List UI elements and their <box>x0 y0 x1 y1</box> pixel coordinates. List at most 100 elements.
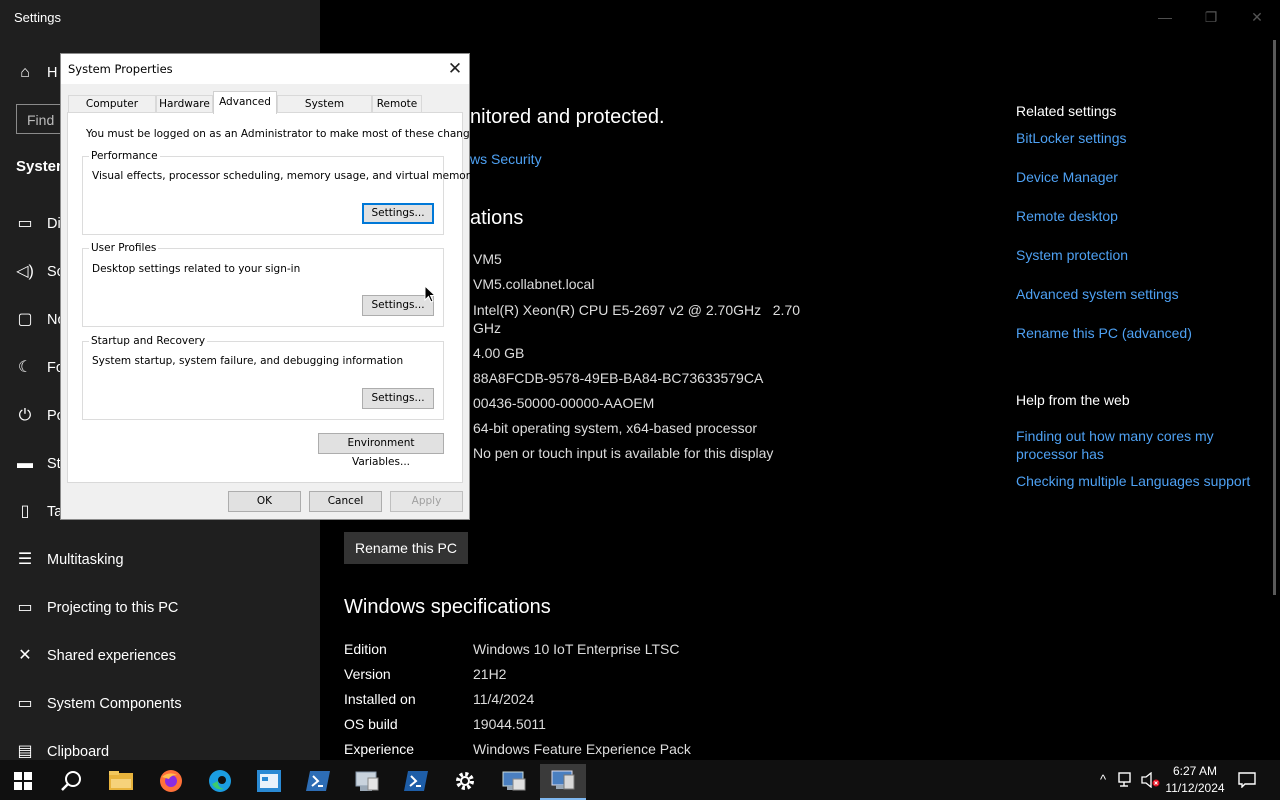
tab-computer-name[interactable]: Computer Name <box>68 95 156 126</box>
sound-icon: ◁) <box>16 263 34 280</box>
cancel-button[interactable]: Cancel <box>309 491 382 512</box>
dialog-close-button[interactable]: ✕ <box>443 57 467 81</box>
system-type-value: 64-bit operating system, x64-based proce… <box>473 420 758 436</box>
edition-label: Edition <box>344 641 387 657</box>
apply-button[interactable]: Apply <box>390 491 463 512</box>
shared-experiences-icon: ✕ <box>18 647 32 664</box>
tab-hardware[interactable]: Hardware <box>156 95 213 113</box>
product-id-value: 00436-50000-00000-AAOEM <box>473 395 655 411</box>
performance-title: Performance <box>89 150 160 162</box>
languages-help-link[interactable]: Checking multiple Languages support <box>1016 473 1250 489</box>
network-icon[interactable] <box>1116 760 1138 800</box>
edition-value: Windows 10 IoT Enterprise LTSC <box>473 641 680 657</box>
app-icon[interactable] <box>246 764 292 800</box>
startup-recovery-settings-button[interactable]: Settings... <box>362 388 434 409</box>
full-device-name-value: VM5.collabnet.local <box>473 276 595 292</box>
sidebar-item-projecting[interactable]: ▭ Projecting to this PC <box>0 588 320 628</box>
rename-pc-button[interactable]: Rename this PC <box>344 532 468 564</box>
system-components-icon: ▭ <box>17 695 33 712</box>
device-name-value: VM5 <box>473 251 502 267</box>
display-icon: ▭ <box>17 215 33 232</box>
powershell-icon[interactable] <box>295 764 341 800</box>
rename-pc-advanced-link[interactable]: Rename this PC (advanced) <box>1016 325 1192 341</box>
restore-button[interactable]: ❐ <box>1188 4 1234 30</box>
dialog-title-bar: System Properties ✕ <box>61 54 469 84</box>
admin-note: You must be logged on as an Administrato… <box>86 128 485 140</box>
window-title-bar: Settings — ❐ ✕ <box>0 0 1280 34</box>
version-value: 21H2 <box>473 666 507 682</box>
tablet-icon: ▯ <box>20 503 30 520</box>
system-properties-dialog: System Properties ✕ Computer Name Hardwa… <box>60 53 485 520</box>
processor-value: Intel(R) Xeon(R) CPU E5-2697 v2 @ 2.70GH… <box>473 302 801 318</box>
os-build-label: OS build <box>344 716 398 732</box>
installed-on-value: 11/4/2024 <box>473 691 535 707</box>
os-build-value: 19044.5011 <box>473 716 546 732</box>
windows-specs-heading: Windows specifications <box>344 596 551 618</box>
ok-button[interactable]: OK <box>228 491 301 512</box>
notifications-icon: ▢ <box>17 311 33 328</box>
device-specs-heading: ations <box>470 207 524 229</box>
tab-system-protection[interactable]: System Protection <box>277 95 372 126</box>
powershell-ise-icon[interactable] <box>393 764 439 800</box>
find-placeholder: Find <box>27 112 55 128</box>
show-hidden-icons-icon[interactable]: ^ <box>1093 760 1113 800</box>
tab-remote[interactable]: Remote <box>372 95 422 113</box>
system-properties-icon[interactable] <box>540 764 586 800</box>
clipboard-icon: ▤ <box>17 743 33 760</box>
windows-security-link[interactable]: ws Security <box>470 151 542 167</box>
close-button[interactable]: ✕ <box>1234 4 1280 30</box>
nav-home-label: H <box>47 65 58 81</box>
dialog-title: System Properties <box>68 62 173 76</box>
file-explorer-icon[interactable] <box>98 764 144 800</box>
sidebar-item-system-components[interactable]: ▭ System Components <box>0 684 320 724</box>
performance-description: Visual effects, processor scheduling, me… <box>92 170 477 182</box>
window-title: Settings <box>14 10 61 25</box>
volume-muted-icon[interactable] <box>1140 760 1162 800</box>
minimize-button[interactable]: — <box>1142 4 1188 30</box>
firefox-icon[interactable] <box>148 764 194 800</box>
performance-settings-button[interactable]: Settings... <box>362 203 434 224</box>
start-icon[interactable] <box>0 764 46 800</box>
cores-help-link-cont[interactable]: processor has <box>1016 446 1104 462</box>
processor-value-cont: GHz <box>473 320 501 336</box>
user-profiles-title: User Profiles <box>89 242 159 254</box>
advanced-system-settings-link[interactable]: Advanced system settings <box>1016 286 1179 302</box>
multitasking-icon: ☰ <box>17 551 33 568</box>
settings-icon[interactable] <box>442 764 488 800</box>
user-profiles-description: Desktop settings related to your sign-in <box>92 263 301 275</box>
advanced-tab-panel: You must be logged on as an Administrato… <box>67 112 485 483</box>
startup-recovery-title: Startup and Recovery <box>89 335 208 347</box>
clock-date: 11/12/2024 <box>1165 781 1225 795</box>
edge-icon[interactable] <box>197 764 243 800</box>
taskbar-clock[interactable]: 6:27 AM 11/12/2024 <box>1160 763 1230 797</box>
sidebar-item-label: Projecting to this PC <box>47 600 179 616</box>
environment-variables-button[interactable]: Environment Variables... <box>318 433 444 468</box>
system-protection-link[interactable]: System protection <box>1016 247 1128 263</box>
pen-touch-value: No pen or touch input is available for t… <box>473 445 774 461</box>
cores-help-link[interactable]: Finding out how many cores my <box>1016 428 1214 444</box>
installed-on-label: Installed on <box>344 691 416 707</box>
version-label: Version <box>344 666 391 682</box>
search-icon[interactable] <box>49 764 95 800</box>
sidebar-item-label: Shared experiences <box>47 648 176 664</box>
sidebar-item-multitasking[interactable]: ☰ Multitasking <box>0 540 320 580</box>
experience-label: Experience <box>344 741 415 757</box>
remote-desktop-link[interactable]: Remote desktop <box>1016 208 1118 224</box>
remote-desktop-icon[interactable] <box>491 764 537 800</box>
related-settings-heading: Related settings <box>1016 103 1117 119</box>
tab-advanced[interactable]: Advanced <box>213 91 277 114</box>
device-manager-link[interactable]: Device Manager <box>1016 169 1118 185</box>
bitlocker-settings-link[interactable]: BitLocker settings <box>1016 130 1127 146</box>
taskbar: ^ 6:27 AM 11/12/2024 <box>0 760 1280 800</box>
sidebar-item-label: Di <box>47 216 61 232</box>
main-scrollbar[interactable] <box>1273 40 1276 595</box>
sidebar-item-label: Clipboard <box>47 744 110 760</box>
startup-recovery-description: System startup, system failure, and debu… <box>92 355 404 367</box>
server-manager-icon[interactable] <box>344 764 390 800</box>
mouse-cursor-icon <box>424 285 436 303</box>
sidebar-item-shared-experiences[interactable]: ✕ Shared experiences <box>0 636 320 676</box>
protection-heading: nitored and protected. <box>470 106 665 128</box>
projecting-icon: ▭ <box>17 599 33 616</box>
action-center-icon[interactable] <box>1236 760 1258 800</box>
focus-assist-icon: ☾ <box>17 359 33 376</box>
